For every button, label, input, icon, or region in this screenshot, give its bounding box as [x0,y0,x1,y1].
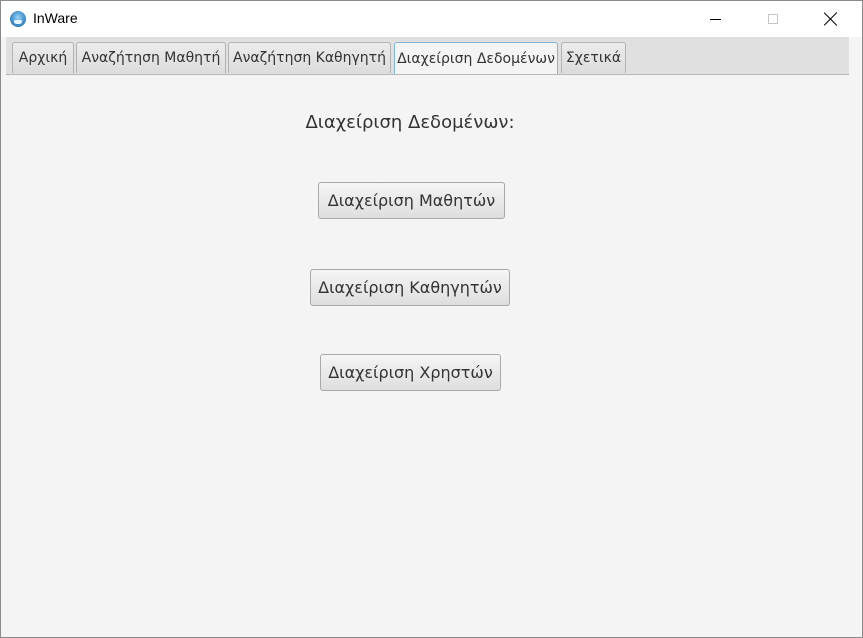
tab-content-panel: Διαχείριση Δεδομένων: Διαχείριση Μαθητών… [6,75,861,635]
minimize-icon [709,18,721,20]
maximize-button[interactable] [744,1,802,37]
maximize-icon [768,14,778,24]
manage-teachers-button[interactable]: Διαχείριση Καθηγητών [310,269,510,306]
title-bar[interactable]: InWare [1,1,862,37]
page-title: Διαχείριση Δεδομένων: [305,112,515,133]
tab-search-student[interactable]: Αναζήτηση Μαθητή [76,42,226,73]
close-icon [824,12,838,26]
tab-home[interactable]: Αρχική [12,42,74,73]
tab-search-teacher[interactable]: Αναζήτηση Καθηγητή [228,42,391,73]
manage-users-button[interactable]: Διαχείριση Χρηστών [320,354,501,391]
tab-data-management[interactable]: Διαχείριση Δεδομένων [394,42,558,74]
app-window: InWare Αρχική Αναζήτηση Μαθητή Αναζήτηση… [0,0,863,638]
window-title: InWare [33,10,78,26]
tab-about[interactable]: Σχετικά [561,42,626,73]
app-logo-icon [10,11,26,27]
tab-bar: Αρχική Αναζήτηση Μαθητή Αναζήτηση Καθηγη… [6,37,849,75]
minimize-button[interactable] [686,1,744,37]
manage-students-button[interactable]: Διαχείριση Μαθητών [318,182,505,219]
close-button[interactable] [802,1,860,37]
